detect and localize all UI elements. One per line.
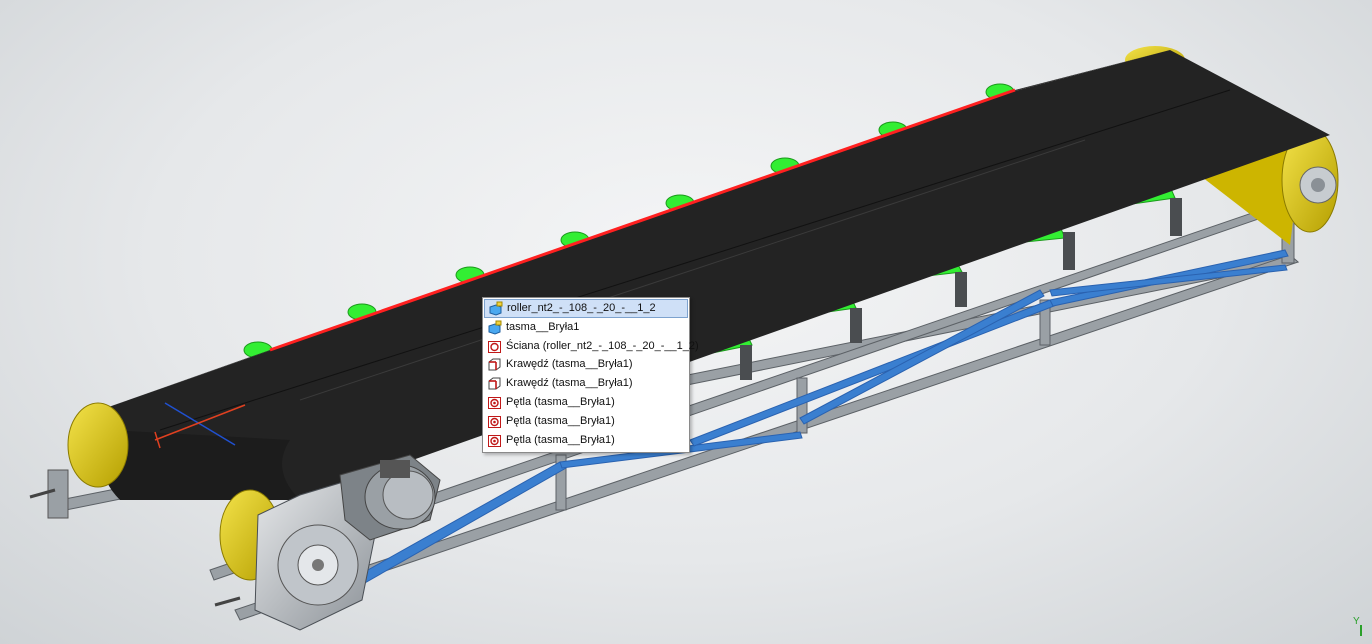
component-icon [487,320,502,335]
item-label: Krawędź (tasma__Bryła1) [506,358,633,371]
list-item-tasma[interactable]: tasma__Bryła1 [484,318,688,337]
item-label: Pętla (tasma__Bryła1) [506,414,615,427]
axis-triad: Y [1352,615,1370,642]
face-icon [487,339,502,354]
item-label: tasma__Bryła1 [506,320,580,333]
loop-icon [487,433,502,448]
list-item-edge[interactable]: Krawędź (tasma__Bryła1) [484,355,688,374]
list-item-loop[interactable]: Pętla (tasma__Bryła1) [484,412,688,431]
selection-list-popup[interactable]: roller_nt2_-_108_-_20_-__1_2 tasma__Brył… [482,297,699,453]
list-item-edge[interactable]: Krawędź (tasma__Bryła1) [484,374,688,393]
loop-icon [487,395,502,410]
item-label: Krawędź (tasma__Bryła1) [506,377,633,390]
edge-icon [487,376,502,391]
item-label: roller_nt2_-_108_-_20_-__1_2 [507,302,656,314]
item-label: Pętla (tasma__Bryła1) [506,395,615,408]
loop-icon [487,414,502,429]
item-label: Pętla (tasma__Bryła1) [506,433,615,446]
list-item-loop[interactable]: Pętla (tasma__Bryła1) [484,393,688,412]
list-item-roller[interactable]: roller_nt2_-_108_-_20_-__1_2 [484,299,688,318]
edge-icon [487,357,502,372]
list-item-loop[interactable]: Pętla (tasma__Bryła1) [484,431,688,450]
item-label: Ściana (roller_nt2_-_108_-_20_-__1_2) [506,339,699,352]
graphics-viewport[interactable]: roller_nt2_-_108_-_20_-__1_2 tasma__Brył… [0,0,1372,644]
list-item-face[interactable]: Ściana (roller_nt2_-_108_-_20_-__1_2) [484,337,699,356]
y-axis-label: Y [1353,616,1360,627]
component-icon [488,301,503,316]
